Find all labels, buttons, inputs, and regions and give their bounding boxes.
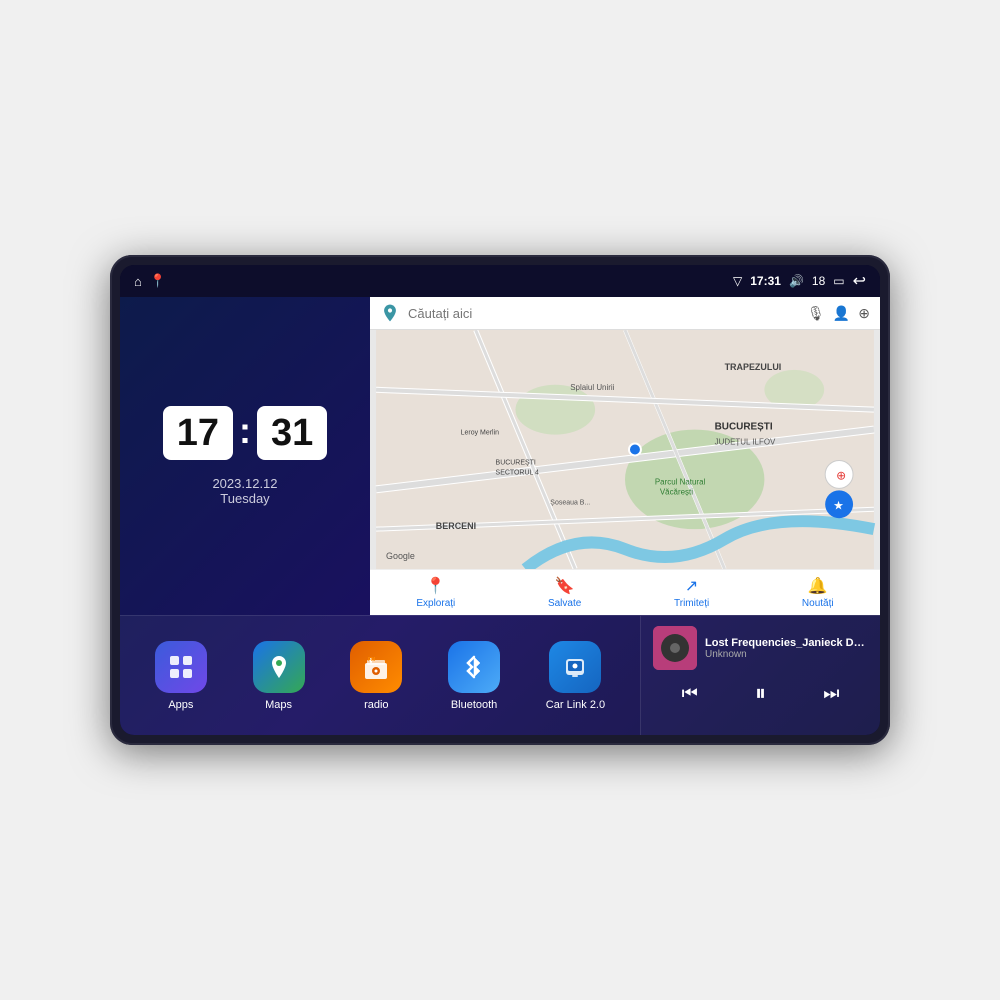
svg-text:Șoseaua B...: Șoseaua B...	[550, 499, 590, 506]
map-svg: TRAPEZULUI BUCUREȘTI JUDEȚUL ILFOV BERCE…	[370, 330, 880, 569]
map-panel[interactable]: 🎙 👤 ⊕	[370, 297, 880, 615]
music-info: Lost Frequencies_Janieck Devy-... Unknow…	[705, 637, 868, 660]
day-text: Tuesday	[212, 491, 277, 506]
maps-icon-svg	[265, 653, 293, 681]
svg-text:Văcărești: Văcărești	[660, 487, 693, 496]
svg-text:TRAPEZULUI: TRAPEZULUI	[725, 362, 782, 372]
svg-text:JUDEȚUL ILFOV: JUDEȚUL ILFOV	[715, 438, 776, 447]
radio-label: radio	[364, 699, 388, 711]
music-thumbnail	[653, 626, 697, 670]
maps-label: Maps	[265, 699, 292, 711]
app-item-maps[interactable]: Maps	[253, 641, 305, 711]
music-title: Lost Frequencies_Janieck Devy-...	[705, 637, 868, 649]
svg-text:SECTORUL 4: SECTORUL 4	[496, 469, 539, 476]
volume-level: 18	[812, 274, 825, 288]
clock-hour-block: 17	[163, 406, 233, 460]
music-next-btn[interactable]: ⏭	[819, 679, 843, 708]
device-screen: ⌂ 📍 ▽ 17:31 🔊 18 ▭ ↩ 17	[120, 265, 880, 735]
layers-icon[interactable]: ⊕	[858, 305, 870, 322]
map-send-btn[interactable]: ↗ Trimiteți	[674, 576, 709, 609]
app-item-radio[interactable]: FM radio	[350, 641, 402, 711]
maps-status-icon[interactable]: 📍	[150, 273, 166, 289]
clock-hour: 17	[177, 414, 219, 452]
music-panel: Lost Frequencies_Janieck Devy-... Unknow…	[640, 615, 880, 735]
clock-minute: 31	[271, 414, 313, 452]
explore-label: Explorați	[416, 598, 455, 609]
home-icon[interactable]: ⌂	[134, 274, 142, 289]
carlink-icon-svg	[561, 653, 589, 681]
news-label: Noutăți	[802, 598, 834, 609]
app-item-carlink[interactable]: Car Link 2.0	[546, 641, 605, 711]
main-content: 17 : 31 2023.12.12 Tuesday	[120, 297, 880, 735]
clock-panel: 17 : 31 2023.12.12 Tuesday	[120, 297, 370, 615]
volume-icon: 🔊	[789, 274, 804, 288]
maps-app-icon	[253, 641, 305, 693]
apps-panel: Apps Maps	[120, 615, 640, 735]
map-search-input[interactable]	[408, 306, 799, 321]
svg-text:⊕: ⊕	[836, 468, 846, 482]
apps-label: Apps	[168, 699, 193, 711]
music-controls: ⏮ ⏸ ⏭	[653, 676, 868, 710]
bt-icon-svg	[460, 653, 488, 681]
radio-icon: FM	[350, 641, 402, 693]
music-artist: Unknown	[705, 649, 868, 660]
radio-icon-svg: FM	[362, 653, 390, 681]
music-prev-btn[interactable]: ⏮	[678, 679, 702, 708]
carlink-icon	[549, 641, 601, 693]
map-saved-btn[interactable]: 🔖 Salvate	[548, 576, 581, 609]
svg-text:BUCUREȘTI: BUCUREȘTI	[496, 459, 536, 466]
battery-icon: ▭	[833, 274, 844, 288]
svg-text:Splaiul Unirii: Splaiul Unirii	[570, 383, 614, 392]
map-news-btn[interactable]: 🔔 Noutăți	[802, 576, 834, 609]
status-left-icons: ⌂ 📍	[134, 273, 166, 289]
bluetooth-icon	[448, 641, 500, 693]
send-label: Trimiteți	[674, 598, 709, 609]
clock-display: 17 : 31	[163, 406, 328, 460]
svg-text:★: ★	[833, 498, 844, 512]
back-icon[interactable]: ↩	[853, 271, 866, 291]
saved-icon: 🔖	[555, 576, 575, 596]
app-item-apps[interactable]: Apps	[155, 641, 207, 711]
signal-icon: ▽	[733, 274, 742, 288]
map-view[interactable]: TRAPEZULUI BUCUREȘTI JUDEȚUL ILFOV BERCE…	[370, 330, 880, 569]
car-head-unit: ⌂ 📍 ▽ 17:31 🔊 18 ▭ ↩ 17	[110, 255, 890, 745]
svg-text:BUCUREȘTI: BUCUREȘTI	[715, 422, 773, 433]
send-icon: ↗	[685, 576, 698, 596]
music-thumb-art	[653, 626, 697, 670]
svg-text:Google: Google	[386, 551, 415, 561]
apps-icon	[155, 641, 207, 693]
explore-icon: 📍	[426, 576, 446, 596]
clock-colon: :	[239, 410, 251, 452]
music-top: Lost Frequencies_Janieck Devy-... Unknow…	[653, 626, 868, 670]
svg-text:Parcul Natural: Parcul Natural	[655, 477, 706, 486]
map-bottom-bar: 📍 Explorați 🔖 Salvate ↗ Trimiteți 🔔	[370, 569, 880, 615]
bluetooth-label: Bluetooth	[451, 699, 497, 711]
status-right-info: ▽ 17:31 🔊 18 ▭ ↩	[733, 271, 866, 291]
svg-text:Leroy Merlin: Leroy Merlin	[461, 430, 499, 437]
date-info: 2023.12.12 Tuesday	[212, 476, 277, 506]
map-search-bar[interactable]: 🎙 👤 ⊕	[370, 297, 880, 330]
clock-minute-block: 31	[257, 406, 327, 460]
music-play-btn[interactable]: ⏸	[751, 676, 770, 710]
apps-grid-icon	[167, 653, 195, 681]
date-text: 2023.12.12	[212, 476, 277, 491]
status-time: 17:31	[750, 274, 781, 288]
bottom-row: Apps Maps	[120, 615, 880, 735]
app-item-bluetooth[interactable]: Bluetooth	[448, 641, 500, 711]
top-row: 17 : 31 2023.12.12 Tuesday	[120, 297, 880, 615]
svg-text:FM: FM	[368, 657, 375, 663]
news-icon: 🔔	[808, 576, 828, 596]
google-maps-logo	[380, 303, 400, 323]
mic-icon[interactable]: 🎙	[807, 305, 825, 322]
svg-text:BERCENI: BERCENI	[436, 521, 476, 531]
map-search-icons: 🎙 👤 ⊕	[807, 305, 870, 322]
status-bar: ⌂ 📍 ▽ 17:31 🔊 18 ▭ ↩	[120, 265, 880, 297]
map-explore-btn[interactable]: 📍 Explorați	[416, 576, 455, 609]
account-icon[interactable]: 👤	[833, 305, 850, 322]
carlink-label: Car Link 2.0	[546, 699, 605, 711]
saved-label: Salvate	[548, 598, 581, 609]
